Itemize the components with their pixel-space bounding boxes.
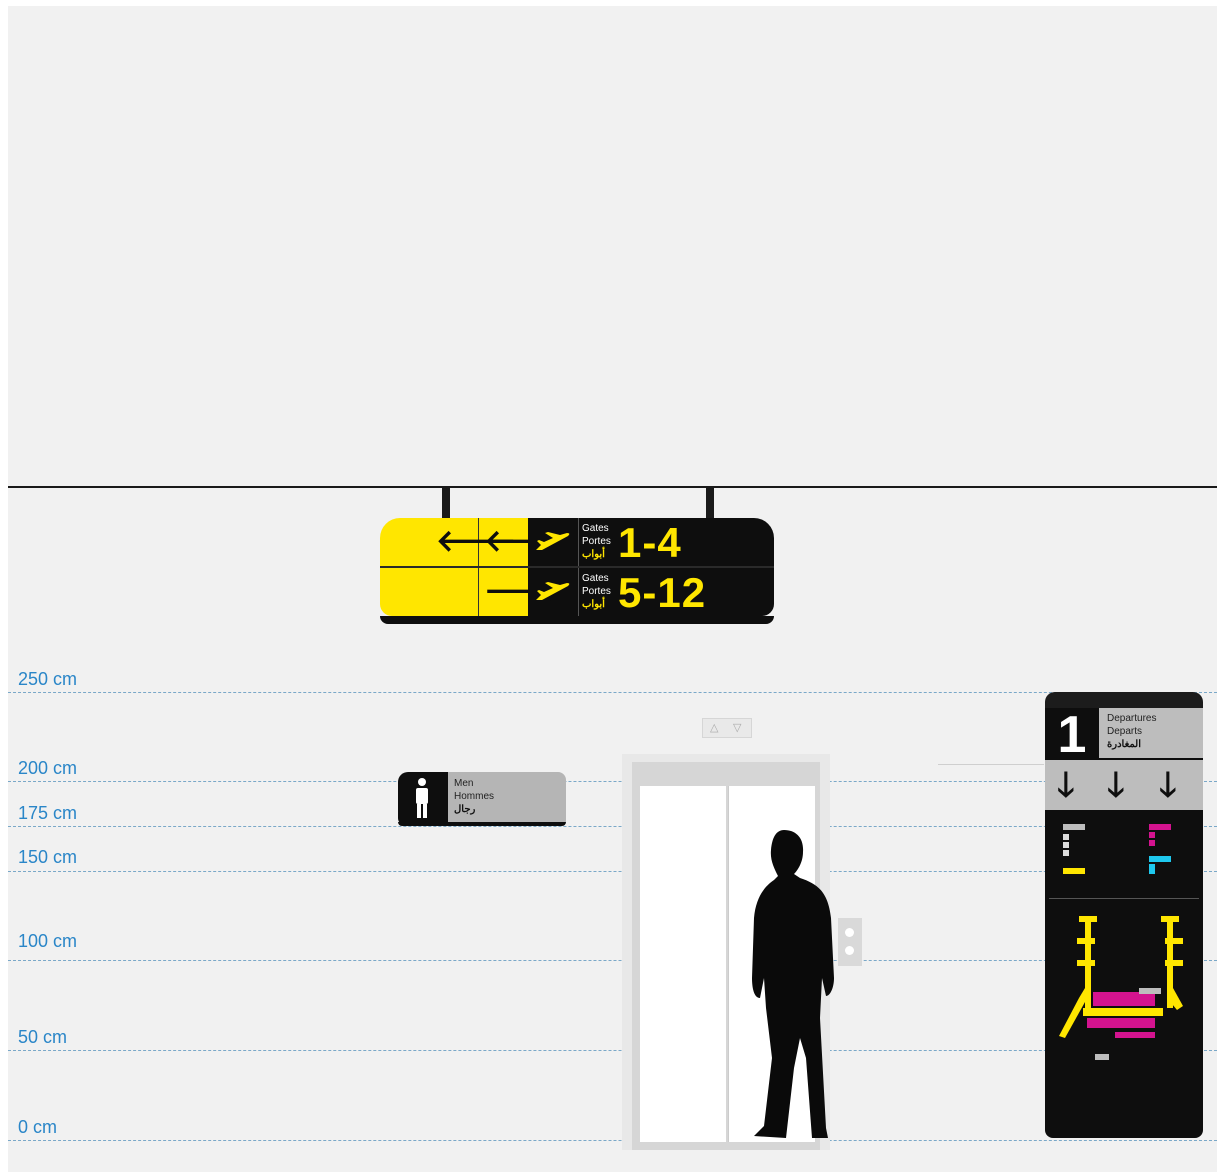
panel-divider xyxy=(578,518,579,566)
arrow-down-icon: 🡓 xyxy=(1159,766,1177,804)
restroom-men-sign: Men Hommes رجال xyxy=(398,772,566,826)
totem-section-divider xyxy=(1049,898,1199,899)
elevator-floor-indicator: △ ▽ xyxy=(702,718,752,738)
restroom-icon-panel xyxy=(398,772,448,826)
call-button-down xyxy=(845,946,854,955)
floor-number: 1 xyxy=(1045,708,1099,762)
sign-row-gates-1-4: 🡐 🡐 Gates Portes أبواب 1-4 xyxy=(380,518,774,566)
restroom-sign-base xyxy=(398,822,566,826)
terminal-map-graphic xyxy=(1059,916,1183,1060)
height-label-50: 50 cm xyxy=(18,1027,68,1047)
departures-label-en: Departures xyxy=(1107,713,1157,724)
gates-label-ar: أبواب xyxy=(582,549,605,560)
man-icon xyxy=(416,778,428,818)
height-line-150 xyxy=(8,871,1217,872)
gate-range-number: 5-12 xyxy=(618,569,707,616)
totem-body xyxy=(1045,810,1203,1138)
gate-range-number: 1-4 xyxy=(618,519,682,566)
departures-plane-icon xyxy=(536,532,570,550)
height-label-150: 150 cm xyxy=(18,847,78,867)
gates-label-en: Gates xyxy=(582,523,609,534)
hanging-rod-left xyxy=(442,488,450,520)
gates-labels: Gates Portes أبواب xyxy=(582,572,611,611)
elevator-up-icon: △ xyxy=(710,722,719,734)
call-button-up xyxy=(845,928,854,937)
height-label-250: 250 cm xyxy=(18,669,78,689)
height-label-200: 200 cm xyxy=(18,758,78,778)
arrow-down-icon: 🡓 xyxy=(1057,766,1075,804)
height-line-0 xyxy=(8,1140,1217,1141)
height-line-50 xyxy=(8,1050,1217,1051)
height-line-250 xyxy=(8,692,1217,693)
gates-label-en: Gates xyxy=(582,573,609,584)
restroom-label-fr: Hommes xyxy=(454,791,495,802)
elevator-call-panel xyxy=(838,918,862,966)
height-label-0: 0 cm xyxy=(18,1117,58,1137)
height-line-200 xyxy=(8,781,1217,782)
ceiling-line xyxy=(8,486,1217,488)
panel-divider xyxy=(478,568,479,616)
restroom-labels: Men Hommes رجال xyxy=(454,777,494,816)
departures-label-ar: المغادرة xyxy=(1107,739,1141,750)
departures-labels: Departures Departs المغادرة xyxy=(1107,712,1156,751)
gates-label-fr: Portes xyxy=(582,536,611,547)
hanging-rod-right xyxy=(706,488,714,520)
departures-plane-icon xyxy=(536,582,570,600)
restroom-label-en: Men xyxy=(454,778,474,789)
reference-line xyxy=(938,764,1044,765)
gates-labels: Gates Portes أبواب xyxy=(582,522,611,561)
gates-label-ar: أبواب xyxy=(582,599,605,610)
height-line-100 xyxy=(8,960,1217,961)
elevator-down-icon: ▽ xyxy=(733,722,742,734)
totem-arrow-band: 🡓 🡓 🡓 xyxy=(1045,760,1203,810)
sign-row-gates-5-12: 🡒 Gates Portes أبواب 5-12 xyxy=(380,568,774,616)
services-legend-graphic xyxy=(1063,824,1171,874)
restroom-label-ar: رجال xyxy=(454,804,476,815)
height-label-100: 100 cm xyxy=(18,931,78,951)
gates-label-fr: Portes xyxy=(582,586,611,597)
panel-divider xyxy=(578,568,579,616)
person-silhouette-icon xyxy=(752,830,834,1138)
height-label-175: 175 cm xyxy=(18,803,78,823)
overhead-gates-sign: 🡐 🡐 Gates Portes أبواب 1-4 🡒 Gates Porte… xyxy=(380,518,774,624)
departures-label-fr: Departs xyxy=(1107,726,1143,737)
departures-directory-totem: 1 Departures Departs المغادرة 🡓 🡓 🡓 xyxy=(1045,692,1203,1138)
arrow-down-icon: 🡓 xyxy=(1107,766,1125,804)
elevator-door-left xyxy=(640,786,726,1142)
height-line-175 xyxy=(8,826,1217,827)
sign-base xyxy=(380,616,774,624)
